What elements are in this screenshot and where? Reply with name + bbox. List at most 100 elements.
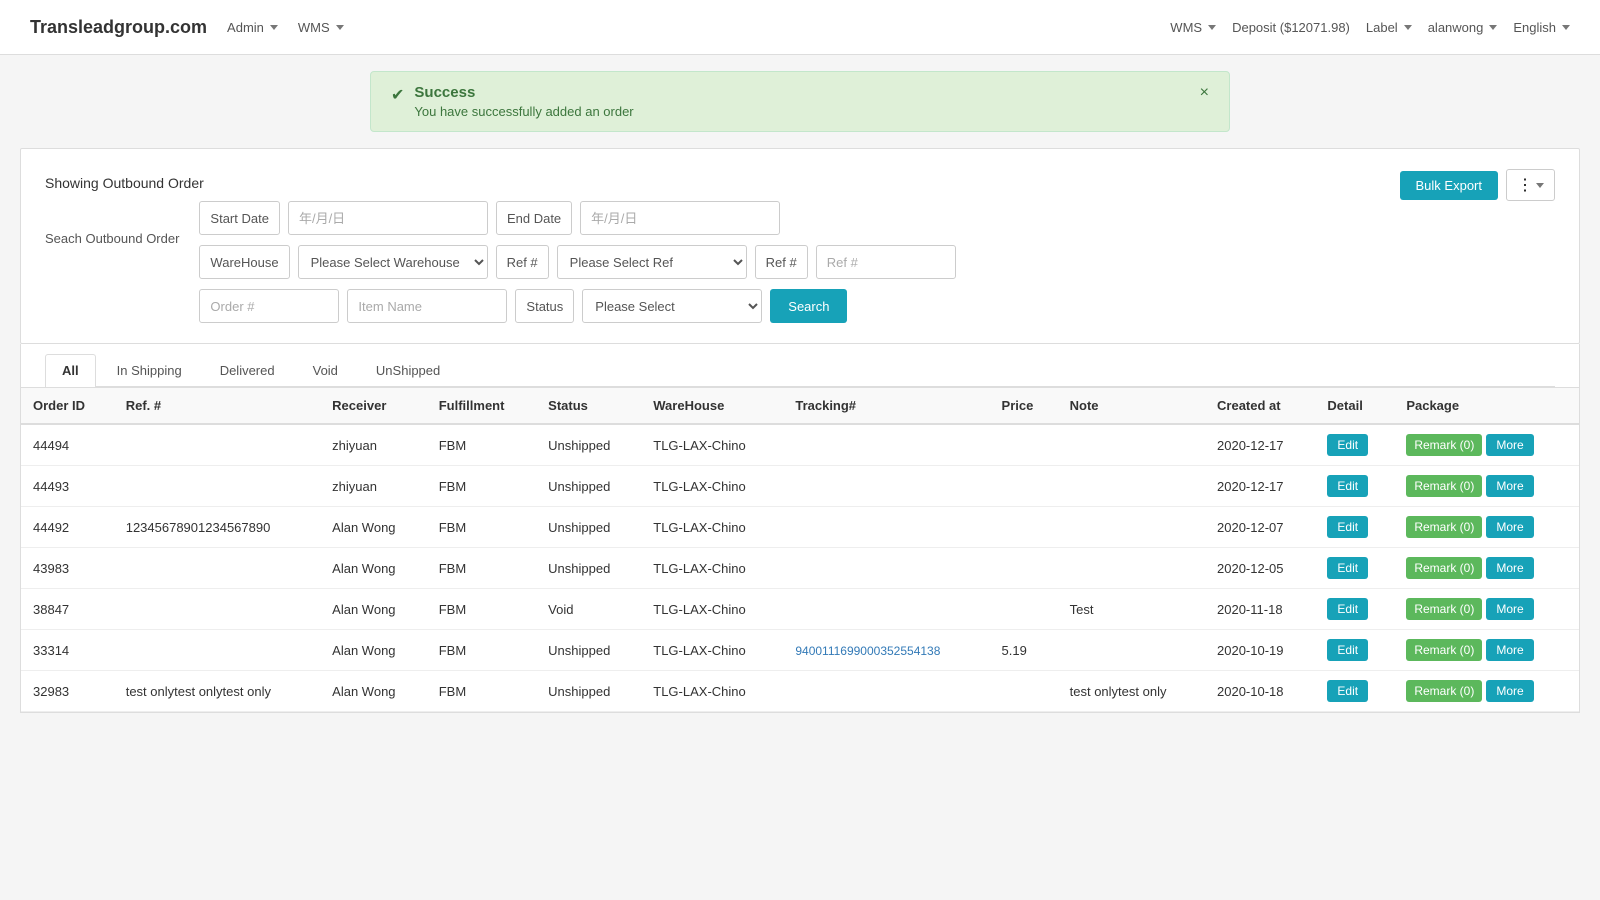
col-status: Status	[536, 388, 641, 424]
remark-button[interactable]: Remark (0)	[1406, 598, 1482, 620]
warehouse-select[interactable]: Please Select Warehouse	[298, 245, 488, 279]
item-name-input[interactable]	[347, 289, 507, 323]
cell-ref: test onlytest onlytest only	[114, 671, 320, 712]
cell-fulfillment: FBM	[427, 507, 536, 548]
remark-button[interactable]: Remark (0)	[1406, 516, 1482, 538]
edit-button[interactable]: Edit	[1327, 434, 1368, 456]
end-date-input[interactable]	[580, 201, 780, 235]
search-panel-header: Showing Outbound Order Bulk Export ⋮	[45, 169, 1555, 201]
admin-caret-icon	[270, 25, 278, 30]
edit-button[interactable]: Edit	[1327, 557, 1368, 579]
cell-tracking	[783, 466, 989, 507]
edit-button[interactable]: Edit	[1327, 639, 1368, 661]
alert-body: You have successfully added an order	[414, 104, 633, 119]
edit-button[interactable]: Edit	[1327, 516, 1368, 538]
ref-label-1: Ref #	[496, 245, 549, 279]
more-button[interactable]: More	[1486, 639, 1533, 661]
action-buttons: Remark (0) More	[1406, 598, 1567, 620]
cell-note	[1058, 630, 1205, 671]
more-button[interactable]: More	[1486, 598, 1533, 620]
more-button[interactable]: More	[1486, 516, 1533, 538]
alert-success: ✔ Success You have successfully added an…	[370, 71, 1230, 132]
alert-title: Success	[414, 84, 633, 101]
end-date-label: End Date	[496, 201, 572, 235]
cell-price	[990, 466, 1058, 507]
cell-tracking: 9400111699000352554138	[783, 630, 989, 671]
nav-admin[interactable]: Admin	[227, 20, 278, 35]
nav-wms[interactable]: WMS	[298, 20, 344, 35]
col-note: Note	[1058, 388, 1205, 424]
tab-all[interactable]: All	[45, 354, 96, 387]
cell-note: test onlytest only	[1058, 671, 1205, 712]
tab-void[interactable]: Void	[296, 354, 355, 386]
ref-select[interactable]: Please Select Ref	[557, 245, 747, 279]
tab-in-shipping[interactable]: In Shipping	[100, 354, 199, 386]
cell-detail: Edit	[1315, 548, 1394, 589]
edit-button[interactable]: Edit	[1327, 475, 1368, 497]
cell-detail: Edit	[1315, 466, 1394, 507]
cell-ref	[114, 548, 320, 589]
table-row: 44493 zhiyuan FBM Unshipped TLG-LAX-Chin…	[21, 466, 1579, 507]
cell-ref	[114, 424, 320, 466]
cell-created-at: 2020-12-05	[1205, 548, 1315, 589]
edit-button[interactable]: Edit	[1327, 680, 1368, 702]
more-button[interactable]: More	[1486, 434, 1533, 456]
cell-package: Remark (0) More	[1394, 507, 1579, 548]
alert-close-button[interactable]: ×	[1200, 84, 1209, 102]
cell-note	[1058, 466, 1205, 507]
cell-price	[990, 507, 1058, 548]
remark-button[interactable]: Remark (0)	[1406, 434, 1482, 456]
cell-fulfillment: FBM	[427, 630, 536, 671]
col-ref: Ref. #	[114, 388, 320, 424]
status-select[interactable]: Please Select	[582, 289, 762, 323]
nav-lang[interactable]: English	[1513, 20, 1570, 35]
cell-warehouse: TLG-LAX-Chino	[641, 589, 783, 630]
nav-label[interactable]: Label	[1366, 20, 1412, 35]
search-label-area: Seach Outbound Order	[45, 201, 179, 246]
cell-package: Remark (0) More	[1394, 630, 1579, 671]
cell-status: Unshipped	[536, 548, 641, 589]
cell-order-id: 32983	[21, 671, 114, 712]
status-label: Status	[515, 289, 574, 323]
tracking-link[interactable]: 9400111699000352554138	[795, 644, 940, 658]
search-panel: Showing Outbound Order Bulk Export ⋮ Sea…	[20, 148, 1580, 344]
cell-order-id: 43983	[21, 548, 114, 589]
cell-package: Remark (0) More	[1394, 548, 1579, 589]
remark-button[interactable]: Remark (0)	[1406, 475, 1482, 497]
dots-icon: ⋮	[1517, 175, 1533, 195]
edit-button[interactable]: Edit	[1327, 598, 1368, 620]
more-button[interactable]: More	[1486, 475, 1533, 497]
cell-price	[990, 548, 1058, 589]
nav-user[interactable]: alanwong	[1428, 20, 1498, 35]
bulk-export-button[interactable]: Bulk Export	[1400, 171, 1498, 200]
cell-price	[990, 424, 1058, 466]
table-row: 44492 12345678901234567890 Alan Wong FBM…	[21, 507, 1579, 548]
ref-input[interactable]	[816, 245, 956, 279]
table-row: 38847 Alan Wong FBM Void TLG-LAX-Chino T…	[21, 589, 1579, 630]
cell-note	[1058, 424, 1205, 466]
cell-tracking	[783, 548, 989, 589]
more-button[interactable]: More	[1486, 557, 1533, 579]
cell-receiver: Alan Wong	[320, 630, 427, 671]
remark-button[interactable]: Remark (0)	[1406, 639, 1482, 661]
col-warehouse: WareHouse	[641, 388, 783, 424]
remark-button[interactable]: Remark (0)	[1406, 680, 1482, 702]
table-header: Order ID Ref. # Receiver Fulfillment Sta…	[21, 388, 1579, 424]
nav-wms-right[interactable]: WMS	[1170, 20, 1216, 35]
start-date-input[interactable]	[288, 201, 488, 235]
action-buttons: Remark (0) More	[1406, 434, 1567, 456]
action-buttons: Remark (0) More	[1406, 680, 1567, 702]
tab-delivered[interactable]: Delivered	[203, 354, 292, 386]
tab-unshipped[interactable]: UnShipped	[359, 354, 457, 386]
more-button[interactable]: More	[1486, 680, 1533, 702]
search-button[interactable]: Search	[770, 289, 847, 323]
nav-deposit[interactable]: Deposit ($12071.98)	[1232, 20, 1350, 35]
dots-menu-button[interactable]: ⋮	[1506, 169, 1555, 201]
bulk-export-area: Bulk Export ⋮	[1400, 169, 1555, 201]
cell-tracking	[783, 507, 989, 548]
remark-button[interactable]: Remark (0)	[1406, 557, 1482, 579]
order-input[interactable]	[199, 289, 339, 323]
table-area: Order ID Ref. # Receiver Fulfillment Sta…	[20, 388, 1580, 713]
alert-success-content: ✔ Success You have successfully added an…	[391, 84, 634, 119]
cell-note	[1058, 548, 1205, 589]
